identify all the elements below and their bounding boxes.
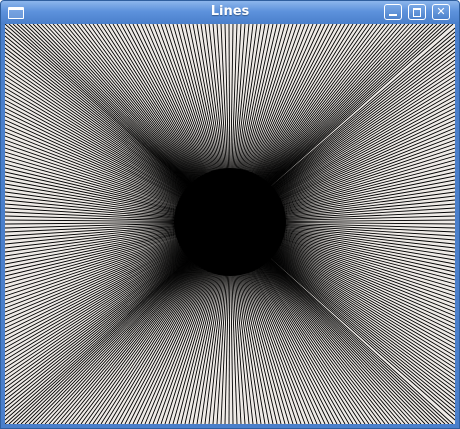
close-icon: ✕ bbox=[436, 5, 446, 18]
maximize-icon bbox=[413, 8, 421, 17]
title-bar[interactable]: Lines ✕ bbox=[1, 1, 459, 24]
minimize-icon bbox=[389, 14, 397, 16]
center-dense-region bbox=[174, 168, 286, 276]
window-menu-icon[interactable] bbox=[8, 7, 24, 19]
drawing-canvas bbox=[5, 24, 455, 424]
minimize-button[interactable] bbox=[384, 4, 402, 20]
close-button[interactable]: ✕ bbox=[432, 4, 450, 20]
maximize-button[interactable] bbox=[408, 4, 426, 20]
app-window: Lines ✕ bbox=[0, 0, 460, 429]
lines-drawing bbox=[5, 24, 455, 424]
